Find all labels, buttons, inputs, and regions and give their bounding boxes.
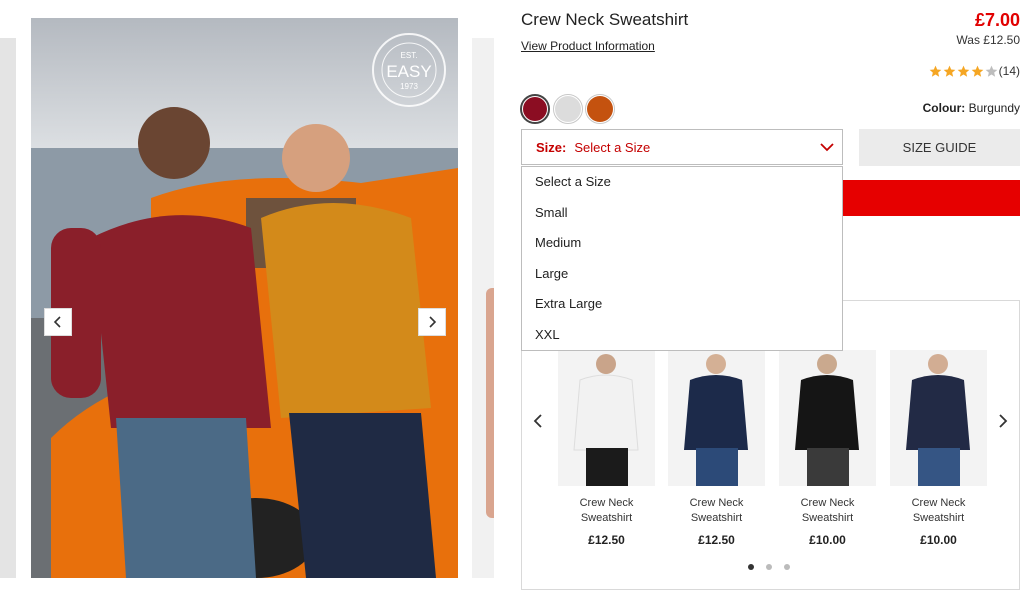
recommendation-name: Crew Neck Sweatshirt	[911, 497, 966, 524]
recommendation-price: £10.00	[809, 533, 846, 547]
swatch-rust-fill	[587, 96, 613, 122]
size-option[interactable]: Small	[522, 198, 842, 229]
next-image-peek	[472, 38, 494, 578]
colour-label: Colour: Burgundy	[923, 101, 1020, 115]
size-select-label: Size:	[536, 139, 567, 155]
star-empty-icon	[985, 65, 998, 77]
badge-line-year: 1973	[400, 82, 418, 91]
chevron-left-icon	[53, 316, 61, 328]
rating[interactable]: (14)	[929, 64, 1020, 78]
recommendation-name: Crew Neck Sweatshirt	[579, 497, 634, 524]
chevron-right-icon	[429, 316, 437, 328]
carousel-pagination	[748, 564, 802, 570]
recommendation-card[interactable]: Crew Neck Sweatshirt £10.00	[890, 350, 987, 547]
recommendation-card[interactable]: Crew Neck Sweatshirt £12.50	[558, 350, 655, 547]
product-title: Crew Neck Sweatshirt	[521, 10, 689, 29]
swatch-grey[interactable]	[553, 94, 583, 124]
recommendation-image	[558, 350, 655, 486]
recommendation-price: £10.00	[920, 533, 957, 547]
recommendation-image	[668, 350, 765, 486]
recommendation-price: £12.50	[698, 533, 735, 547]
rating-count: (14)	[998, 64, 1020, 78]
size-select-value: Select a Size	[574, 139, 651, 155]
size-option[interactable]: Large	[522, 259, 842, 290]
recommendation-price: £12.50	[588, 533, 625, 547]
recommendation-image	[779, 350, 876, 486]
colour-label-key: Colour:	[922, 101, 966, 115]
size-option[interactable]: Select a Size	[522, 167, 842, 198]
carousel-next-icon[interactable]	[995, 414, 1009, 428]
size-option[interactable]: XXL	[522, 320, 842, 351]
recommendation-card[interactable]: Crew Neck Sweatshirt £12.50	[668, 350, 765, 547]
carousel-dot[interactable]	[766, 564, 772, 570]
star-filled-icon	[971, 65, 984, 77]
star-filled-icon	[957, 65, 970, 77]
size-option[interactable]: Medium	[522, 228, 842, 259]
gallery-next-button[interactable]	[418, 308, 446, 336]
recommendation-card[interactable]: Crew Neck Sweatshirt £10.00	[779, 350, 876, 547]
swatch-grey-fill	[555, 96, 581, 122]
carousel-prev-icon[interactable]	[532, 414, 546, 428]
view-product-info-link[interactable]: View Product Information	[521, 39, 655, 53]
swatch-burgundy-fill	[523, 97, 547, 121]
recommendation-image	[890, 350, 987, 486]
size-option[interactable]: Extra Large	[522, 289, 842, 320]
badge-line-easy: EASY	[386, 62, 431, 81]
swatch-rust[interactable]	[585, 94, 615, 124]
current-price: £7.00	[974, 10, 1020, 30]
badge-line-est: EST.	[401, 51, 418, 60]
recommendation-name: Crew Neck Sweatshirt	[800, 497, 855, 524]
size-dropdown-list: Select a Size Small Medium Large Extra L…	[521, 166, 843, 351]
chevron-down-icon	[820, 143, 834, 152]
size-select[interactable]: Size: Select a Size	[521, 129, 843, 165]
size-guide-button[interactable]: SIZE GUIDE	[859, 129, 1020, 166]
gallery-prev-button[interactable]	[44, 308, 72, 336]
star-filled-icon	[943, 65, 956, 77]
star-filled-icon	[929, 65, 942, 77]
carousel-dot[interactable]	[784, 564, 790, 570]
product-hero-image: EST. EASY 1973	[31, 18, 458, 578]
swatch-burgundy[interactable]	[520, 94, 550, 124]
previous-image-peek	[0, 38, 16, 578]
was-price: Was £12.50	[956, 33, 1020, 47]
carousel-dot[interactable]	[748, 564, 754, 570]
recommendation-name: Crew Neck Sweatshirt	[689, 497, 744, 524]
colour-value: Burgundy	[968, 101, 1020, 115]
